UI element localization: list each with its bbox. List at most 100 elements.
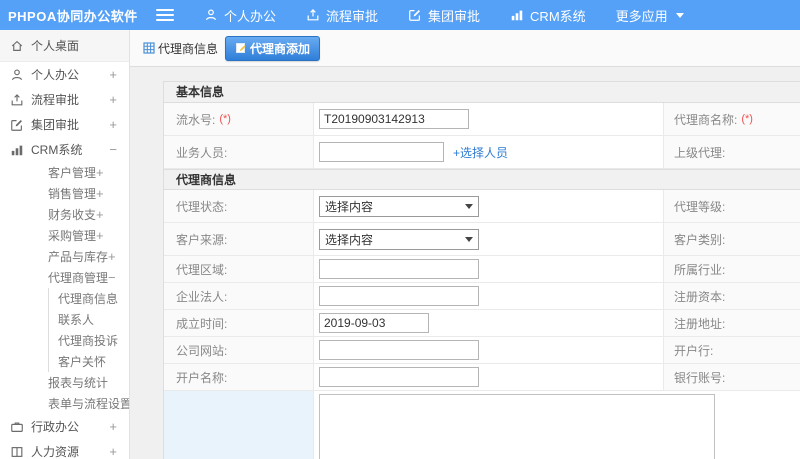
nav-label: 更多应用 xyxy=(615,8,668,24)
expand-toggle[interactable]: + xyxy=(96,208,104,221)
field-label: 详细描述: xyxy=(164,391,314,459)
nav-group-approval[interactable]: 集团审批 xyxy=(408,6,480,25)
select-value: 选择内容 xyxy=(325,232,374,247)
expand-toggle[interactable]: + xyxy=(108,250,116,263)
legal-person-input[interactable] xyxy=(319,286,479,306)
sidebar-item-agent-mgmt[interactable]: 代理商管理 − xyxy=(0,267,129,288)
hamburger-menu-icon[interactable] xyxy=(156,9,174,21)
home-icon xyxy=(11,40,23,51)
nav-personal-office[interactable]: 个人办公 xyxy=(204,6,276,25)
label-text: 企业法人: xyxy=(176,289,228,304)
field-cell xyxy=(314,283,664,309)
sidebar-item-agent-info[interactable]: 代理商信息 xyxy=(49,288,129,309)
top-nav: 个人办公 流程审批 集团审批 CRM系统 更多应用 xyxy=(204,6,684,25)
label-text: 开户行: xyxy=(674,343,714,358)
tab-label: 代理商添加 xyxy=(250,41,311,56)
sidebar-item-products-inventory[interactable]: 产品与库存 + xyxy=(0,246,129,267)
expand-toggle[interactable]: + xyxy=(109,93,117,106)
nav-crm-system[interactable]: CRM系统 xyxy=(510,6,586,25)
top-bar: PHPOA协同办公软件 个人办公 流程审批 集团审批 CRM系统 更多应用 xyxy=(0,0,800,30)
expand-toggle[interactable]: + xyxy=(109,445,117,458)
label-text: 代理状态: xyxy=(176,199,228,214)
collapse-toggle[interactable]: − xyxy=(108,271,116,284)
field-cell: 选择内容 xyxy=(314,223,664,255)
user-icon xyxy=(205,9,217,21)
customer-source-select[interactable]: 选择内容 xyxy=(319,228,479,250)
sidebar-item-label: 客户关怀 xyxy=(58,355,107,369)
field-label: 业务人员: xyxy=(164,136,314,168)
salesperson-input[interactable] xyxy=(319,142,444,162)
required-mark: (*) xyxy=(219,113,231,125)
expand-toggle[interactable]: + xyxy=(96,166,104,179)
nav-label: 集团审批 xyxy=(428,8,481,24)
field-cell xyxy=(314,337,664,363)
label-text: 注册资本: xyxy=(674,289,726,304)
nav-more-apps[interactable]: 更多应用 xyxy=(616,6,684,25)
label-text: 开户名称: xyxy=(176,370,228,385)
description-textarea[interactable] xyxy=(319,394,715,459)
collapse-toggle[interactable]: − xyxy=(109,143,117,156)
sidebar-item-hr[interactable]: 人力资源 + xyxy=(0,439,129,459)
sidebar-item-label: 代理商信息 xyxy=(58,292,119,306)
tab-agent-info[interactable]: 代理商信息 xyxy=(143,40,218,57)
form-row-founding-date: 成立时间: 注册地址: xyxy=(164,310,800,337)
form-row-account-name: 开户名称: 银行账号: xyxy=(164,364,800,391)
label-text: 客户类别: xyxy=(674,232,726,247)
account-name-input[interactable] xyxy=(319,367,479,387)
field-cell xyxy=(314,256,664,282)
field-cell: +选择人员 xyxy=(314,136,664,168)
serial-number-input[interactable] xyxy=(319,109,469,129)
field-label: 注册资本: xyxy=(664,283,800,309)
sidebar-item-label: 代理商投诉 xyxy=(58,334,119,348)
sidebar-item-group-approval[interactable]: 集团审批 + xyxy=(0,112,129,137)
app-title: PHPOA协同办公软件 xyxy=(8,8,138,24)
form-row-company-website: 公司网站: 开户行: xyxy=(164,337,800,364)
expand-toggle[interactable]: + xyxy=(96,229,104,242)
sidebar-item-workflow-approval[interactable]: 流程审批 + xyxy=(0,87,129,112)
field-label: 企业法人: xyxy=(164,283,314,309)
bar-chart-icon xyxy=(511,10,523,21)
agent-status-select[interactable]: 选择内容 xyxy=(319,195,479,217)
expand-toggle[interactable]: + xyxy=(109,118,117,131)
tab-bar: 代理商信息 代理商添加 xyxy=(130,30,800,67)
tab-label: 代理商信息 xyxy=(158,41,219,56)
sidebar-item-agent-complaints[interactable]: 代理商投诉 xyxy=(49,330,129,351)
book-icon xyxy=(11,446,23,457)
agent-region-input[interactable] xyxy=(319,259,479,279)
sidebar-item-personal-office[interactable]: 个人办公 + xyxy=(0,62,129,87)
select-value: 选择内容 xyxy=(325,199,374,214)
company-website-input[interactable] xyxy=(319,340,479,360)
expand-toggle[interactable]: + xyxy=(96,187,104,200)
agent-submenu: 代理商信息 联系人 代理商投诉 客户关怀 xyxy=(48,288,129,372)
sidebar-item-admin-office[interactable]: 行政办公 + xyxy=(0,414,129,439)
sidebar-item-contacts[interactable]: 联系人 xyxy=(49,309,129,330)
sidebar-item-label: 采购管理 xyxy=(48,229,97,243)
caret-down-icon xyxy=(465,203,473,209)
sidebar-item-form-flow-settings[interactable]: 表单与流程设置+ xyxy=(0,393,129,414)
label-text: 客户来源: xyxy=(176,232,228,247)
sidebar-item-label: 表单与流程设置+ xyxy=(48,397,130,411)
expand-toggle[interactable]: + xyxy=(109,68,117,81)
sidebar-item-finance[interactable]: 财务收支 + xyxy=(0,204,129,225)
sidebar-item-desktop[interactable]: 个人桌面 xyxy=(0,30,129,62)
field-label: 代理区域: xyxy=(164,256,314,282)
sidebar-item-reports-stats[interactable]: 报表与统计 xyxy=(0,372,129,393)
sidebar-item-crm-system[interactable]: CRM系统 − xyxy=(0,137,129,162)
label-text: 代理等级: xyxy=(674,199,726,214)
sidebar-item-purchasing[interactable]: 采购管理 + xyxy=(0,225,129,246)
field-label: 代理等级: xyxy=(664,190,800,222)
field-label: 开户名称: xyxy=(164,364,314,390)
expand-toggle[interactable]: + xyxy=(109,420,117,433)
field-label: 成立时间: xyxy=(164,310,314,336)
founding-date-input[interactable] xyxy=(319,313,429,333)
field-label: 所属行业: xyxy=(664,256,800,282)
form-row-agent-region: 代理区域: 所属行业: xyxy=(164,256,800,283)
sidebar-item-customer-mgmt[interactable]: 客户管理 + xyxy=(0,162,129,183)
sidebar-item-sales-mgmt[interactable]: 销售管理 + xyxy=(0,183,129,204)
nav-workflow-approval[interactable]: 流程审批 xyxy=(306,6,378,25)
label-text: 成立时间: xyxy=(176,316,228,331)
label-text: 代理商名称: xyxy=(674,112,738,127)
tab-agent-add[interactable]: 代理商添加 xyxy=(225,35,321,61)
select-person-link[interactable]: +选择人员 xyxy=(453,144,508,161)
sidebar-item-customer-care[interactable]: 客户关怀 xyxy=(49,351,129,372)
